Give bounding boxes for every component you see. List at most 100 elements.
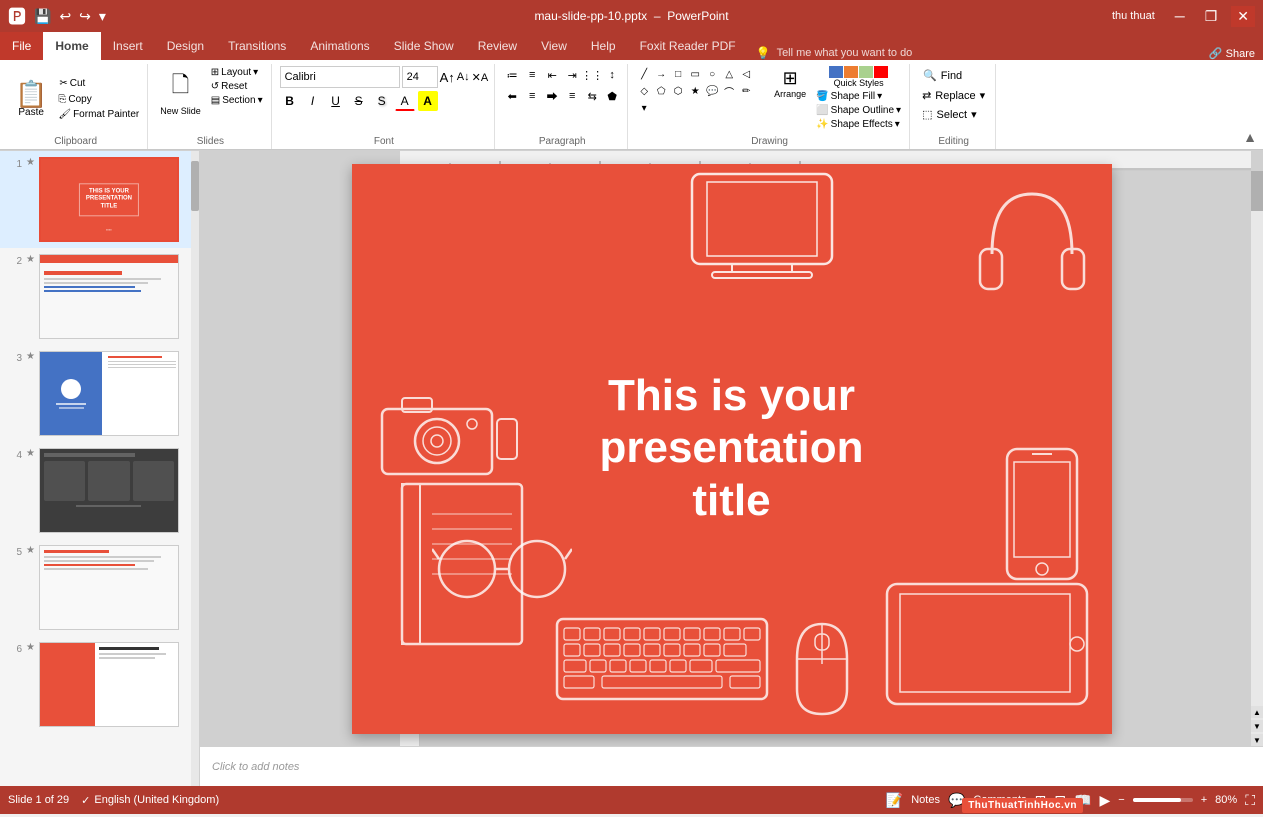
triangle-shape[interactable]: △ — [721, 66, 737, 82]
text-highlight-button[interactable]: A — [418, 91, 438, 111]
tab-file[interactable]: File — [0, 32, 43, 60]
find-button[interactable]: 🔍Find — [918, 66, 967, 85]
align-left-button[interactable]: ⬅ — [503, 87, 521, 105]
text-direction-button[interactable]: ⇆ — [583, 87, 601, 105]
increase-indent-button[interactable]: ⇥ — [563, 66, 581, 84]
star-shape[interactable]: ★ — [687, 83, 703, 99]
decrease-font-size-button[interactable]: A↓ — [457, 71, 470, 83]
minimize-button[interactable]: ─ — [1169, 6, 1191, 26]
text-shadow-button[interactable]: S — [372, 91, 392, 111]
zoom-plus-button[interactable]: + — [1201, 794, 1207, 806]
language-indicator[interactable]: ✓ English (United Kingdom) — [81, 794, 219, 807]
notes-bar[interactable]: Click to add notes — [200, 746, 1263, 786]
shape-effects-button[interactable]: ✨Shape Effects▾ — [814, 118, 903, 131]
italic-button[interactable]: I — [303, 91, 323, 111]
scroll-next-slide[interactable]: ▼ — [1251, 720, 1263, 732]
new-slide-button[interactable]: 🗋 New Slide — [156, 66, 205, 118]
slide-thumb-1[interactable]: 1 ★ THIS IS YOURPRESENTATIONTITLE ▪▪▪▪ — [0, 151, 199, 248]
decrease-indent-button[interactable]: ⇤ — [543, 66, 561, 84]
tab-animations[interactable]: Animations — [298, 32, 381, 60]
format-painter-button[interactable]: 🖌Format Painter — [56, 108, 141, 121]
fit-slide-button[interactable]: ⛶ — [1245, 792, 1255, 809]
numbered-list-button[interactable]: ≡ — [523, 66, 541, 84]
align-right-button[interactable]: ⮕ — [543, 87, 561, 105]
callout-shape[interactable]: 💬 — [704, 83, 720, 99]
save-icon[interactable]: 💾 — [32, 6, 53, 27]
font-name-input[interactable]: Calibri — [280, 66, 400, 88]
oval-shape[interactable]: ○ — [704, 66, 720, 82]
slide-canvas[interactable]: This is your presentation title — [352, 164, 1112, 734]
redo-icon[interactable]: ↪ — [77, 6, 93, 27]
quick-styles-button[interactable]: Quick Styles — [814, 66, 903, 88]
tab-design[interactable]: Design — [155, 32, 216, 60]
bold-button[interactable]: B — [280, 91, 300, 111]
columns-button[interactable]: ⋮⋮ — [583, 66, 601, 84]
clear-formatting-button[interactable]: ✕A — [472, 71, 489, 84]
tab-foxit[interactable]: Foxit Reader PDF — [628, 32, 748, 60]
scroll-prev-slide[interactable]: ▲ — [1251, 706, 1263, 718]
arrange-button[interactable]: ⊞ Arrange — [770, 66, 810, 101]
curve-shape[interactable]: ⌒ — [721, 83, 737, 99]
cut-button[interactable]: ✂Cut — [56, 76, 141, 91]
more-shapes[interactable]: ▾ — [636, 100, 652, 116]
slideshow-button[interactable]: ▶ — [1100, 792, 1111, 809]
restore-button[interactable]: ❐ — [1199, 6, 1224, 27]
tab-view[interactable]: View — [529, 32, 579, 60]
tab-home[interactable]: Home — [43, 32, 100, 60]
shape-fill-button[interactable]: 🪣Shape Fill▾ — [814, 90, 903, 103]
hex-shape[interactable]: ⬡ — [670, 83, 686, 99]
shape-outline-button[interactable]: ⬜Shape Outline▾ — [814, 104, 903, 117]
slide-thumb-6[interactable]: 6 ★ — [0, 636, 199, 733]
font-size-input[interactable]: 24 — [402, 66, 438, 88]
tab-help[interactable]: Help — [579, 32, 628, 60]
line-spacing-button[interactable]: ↕ — [603, 66, 621, 84]
increase-font-size-button[interactable]: A↑ — [440, 70, 455, 85]
slide-panel-scrollbar-thumb[interactable] — [191, 161, 199, 211]
arrow-shape[interactable]: → — [653, 66, 669, 82]
bullet-list-button[interactable]: ≔ — [503, 66, 521, 84]
diamond-shape[interactable]: ◇ — [636, 83, 652, 99]
underline-button[interactable]: U — [326, 91, 346, 111]
customize-icon[interactable]: ▾ — [97, 6, 108, 27]
replace-button[interactable]: ⇄Replace▾ — [918, 87, 989, 104]
strikethrough-button[interactable]: S — [349, 91, 369, 111]
slide-thumb-5[interactable]: 5 ★ — [0, 539, 199, 636]
slide-canvas-wrapper[interactable]: This is your presentation title — [200, 151, 1263, 746]
smartart-button[interactable]: ⬟ — [603, 87, 621, 105]
rounded-rect-shape[interactable]: ▭ — [687, 66, 703, 82]
slide-thumb-2[interactable]: 2 ★ — [0, 248, 199, 345]
pentagon-shape[interactable]: ⬠ — [653, 83, 669, 99]
tab-review[interactable]: Review — [466, 32, 529, 60]
slide-thumb-3[interactable]: 3 ★ — [0, 345, 199, 442]
spell-check-icon[interactable]: ✓ — [81, 794, 90, 807]
rect-shape[interactable]: □ — [670, 66, 686, 82]
close-button[interactable]: ✕ — [1231, 6, 1255, 27]
section-button[interactable]: ▤Section▾ — [209, 94, 265, 107]
paste-button[interactable]: 📋 Paste — [10, 78, 52, 121]
zoom-slider[interactable] — [1133, 798, 1193, 802]
select-button[interactable]: ⬚Select▾ — [918, 106, 981, 123]
layout-button[interactable]: ⊞Layout▾ — [209, 66, 265, 79]
tab-transitions[interactable]: Transitions — [216, 32, 298, 60]
line-shape[interactable]: ╱ — [636, 66, 652, 82]
notes-button[interactable]: 📝 — [886, 792, 903, 809]
zoom-minus-button[interactable]: − — [1118, 794, 1124, 806]
canvas-scrollbar-vertical[interactable]: ▼ ▲ ▼ — [1251, 171, 1263, 746]
tab-insert[interactable]: Insert — [101, 32, 155, 60]
slide-panel[interactable]: 1 ★ THIS IS YOURPRESENTATIONTITLE ▪▪▪▪ 2… — [0, 151, 200, 786]
copy-button[interactable]: ⎘Copy — [56, 93, 141, 106]
canvas-scrollbar-thumb-v[interactable] — [1251, 171, 1263, 211]
freeform-shape[interactable]: ✏ — [738, 83, 754, 99]
collapse-ribbon-button[interactable]: ▲ — [1241, 64, 1259, 149]
slide-thumb-4[interactable]: 4 ★ — [0, 442, 199, 539]
rtriangle-shape[interactable]: ◁ — [738, 66, 754, 82]
share-button[interactable]: 🔗 Share — [1201, 47, 1263, 60]
scroll-down-arrow[interactable]: ▼ — [1251, 734, 1263, 746]
tab-slideshow[interactable]: Slide Show — [382, 32, 466, 60]
justify-button[interactable]: ≡ — [563, 87, 581, 105]
slide-panel-scrollbar[interactable] — [191, 151, 199, 786]
notes-status-label[interactable]: Notes — [911, 794, 940, 806]
align-center-button[interactable]: ≡ — [523, 87, 541, 105]
undo-icon[interactable]: ↩ — [57, 6, 73, 27]
font-color-button[interactable]: A — [395, 91, 415, 111]
